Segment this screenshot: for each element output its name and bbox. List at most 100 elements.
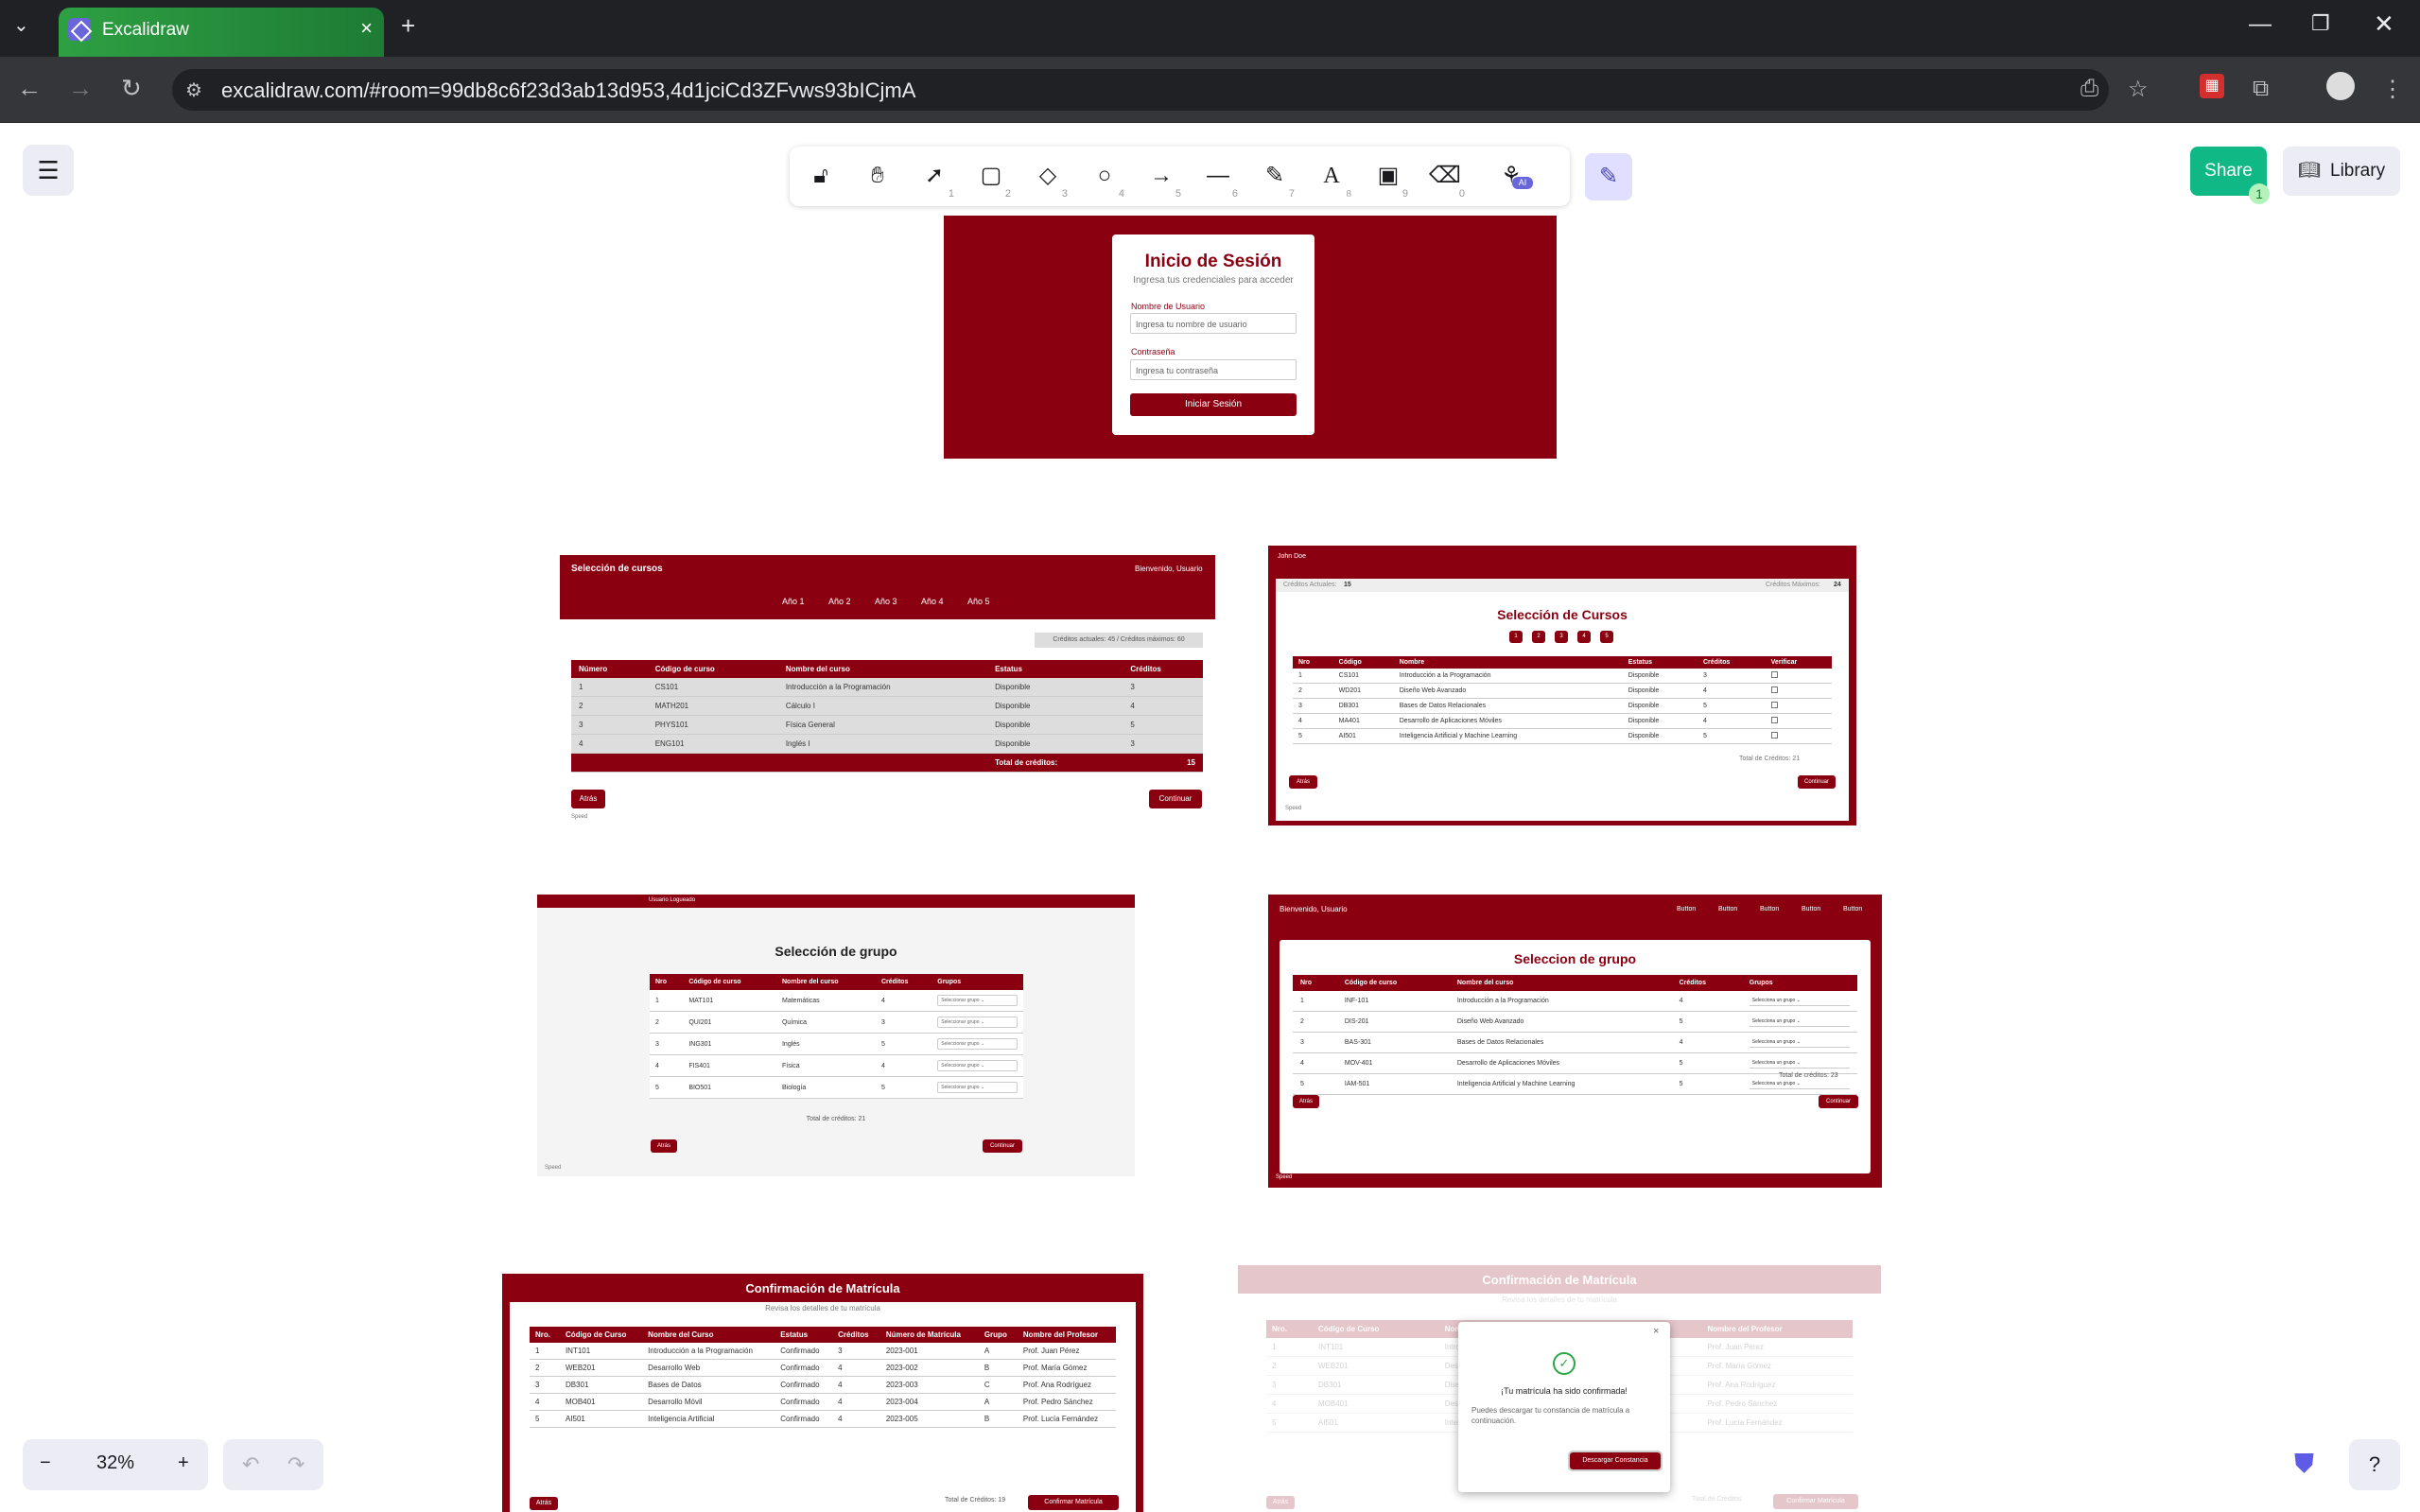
f4-nav-button[interactable]: Button [1718,906,1737,912]
f6-back-button[interactable]: Atrás [1266,1496,1295,1509]
key-hint: 2 [1004,188,1011,200]
zoom-out-button[interactable]: − [40,1452,51,1474]
f5-table-cell: Prof. Ana Rodríguez [1017,1376,1116,1394]
browser-tab[interactable]: Excalidraw × [59,8,384,57]
f3-next-button[interactable]: Continuar [983,1139,1022,1153]
group-select[interactable]: Seleccionar grupo ⌄ [937,995,1018,1006]
f5-back-button[interactable]: Atrás [530,1497,558,1510]
f2-page-button[interactable]: 3 [1555,631,1568,643]
group-select[interactable]: Selecciona un grupo ⌄ [1749,1037,1850,1048]
magic-frame-icon[interactable]: ✎ [1585,153,1632,200]
group-select[interactable]: Selecciona un grupo ⌄ [1749,1079,1850,1089]
group-select[interactable]: Seleccionar grupo ⌄ [937,1017,1018,1028]
group-select[interactable]: Selecciona un grupo ⌄ [1749,1017,1850,1027]
frame-group-selection-2[interactable]: Bienvenido, Usuario Button Button Button Bu… [1268,895,1882,1188]
forward-icon[interactable]: → [68,74,93,103]
f1-table-cell: 5 [1123,715,1203,735]
lock-tool-icon[interactable]: 🔓︎ [799,154,843,198]
frame-course-selection-1[interactable]: Selección de cursos Bienvenido, Usuario … [560,555,1215,824]
f2-page-button[interactable]: 2 [1532,631,1545,643]
zoom-level[interactable]: 32% [96,1452,134,1474]
group-select[interactable]: Selecciona un grupo ⌄ [1749,1058,1850,1069]
group-select[interactable]: Seleccionar grupo ⌄ [937,1060,1018,1071]
reload-icon[interactable]: ↻ [121,74,142,103]
tab-year-4[interactable]: Año 4 [921,597,944,606]
library-button[interactable]: 📖︎ Library [2283,147,2400,196]
arrow-tool-icon[interactable]: → 5 [1140,154,1183,200]
more-shapes-icon[interactable]: ⚘ AI [1489,154,1533,198]
download-certificate-button[interactable]: Descargar Constancia [1568,1451,1663,1471]
group-select[interactable]: Selecciona un grupo ⌄ [1749,996,1850,1006]
bookmark-star-icon[interactable]: ☆ [2128,76,2149,103]
browser-menu-icon[interactable]: ⋮ [2381,76,2404,103]
f5-confirm-button[interactable]: Confirmar Matrícula [1028,1495,1119,1510]
new-tab-icon[interactable]: + [401,11,415,41]
modal-close-icon[interactable]: × [1653,1326,1659,1337]
f1-back-button[interactable]: Atrás [571,790,605,808]
f2-page-button[interactable]: 1 [1509,631,1523,643]
extension-red-icon[interactable]: ▦ [2200,74,2224,98]
f2-back-button[interactable]: Atrás [1289,775,1317,789]
line-tool-icon[interactable]: —6 [1196,154,1240,200]
frame-login[interactable]: Inicio de Sesión Ingresa tus credenciale… [944,216,1557,459]
f4-next-button[interactable]: Continuar [1819,1095,1858,1108]
f2-next-button[interactable]: Continuar [1798,775,1836,789]
f3-back-button[interactable]: Atrás [651,1139,677,1153]
f4-back-button[interactable]: Atrás [1293,1095,1319,1108]
text-tool-icon[interactable]: A8 [1310,154,1353,200]
frame-enrollment-confirmation[interactable]: Confirmación de Matrícula Revisa los det… [502,1274,1143,1512]
tab-year-1[interactable]: Año 1 [782,597,805,606]
f4-nav-button[interactable]: Button [1802,906,1820,912]
f6-confirm-button[interactable]: Confirmar Matrícula [1773,1494,1858,1509]
install-app-icon[interactable]: ⎙ [2081,76,2098,102]
password-input[interactable]: Ingresa tu contraseña [1130,359,1297,380]
modal-title: ¡Tu matrícula ha sido confirmada! [1501,1386,1628,1396]
frame-course-selection-2[interactable]: John Doe Créditos Actuales: 15 Créditos … [1268,546,1856,826]
tab-year-2[interactable]: Año 2 [828,597,851,606]
f2-page-button[interactable]: 4 [1577,631,1591,643]
help-icon[interactable]: ? [2349,1439,2400,1490]
f2-page-button[interactable]: 5 [1600,631,1613,643]
restore-icon[interactable]: ❐ [2311,11,2330,36]
site-info-icon[interactable]: ⚙ [185,78,202,102]
undo-icon[interactable]: ↶ [242,1452,259,1477]
pencil-tool-icon[interactable]: ✎ 7 [1253,154,1297,200]
f4-nav-button[interactable]: Button [1843,906,1862,912]
group-select[interactable]: Seleccionar grupo ⌄ [937,1082,1018,1093]
encryption-shield-icon[interactable]: ⛊ [2294,1449,2314,1480]
tab-year-3[interactable]: Año 3 [875,597,897,606]
close-tab-icon[interactable]: × [360,16,373,41]
verify-checkbox[interactable] [1770,717,1778,723]
verify-checkbox[interactable] [1770,686,1778,693]
zoom-in-button[interactable]: + [178,1452,189,1474]
rectangle-tool-icon[interactable]: ▢ 2 [969,154,1013,200]
f4-nav-button[interactable]: Button [1677,906,1696,912]
ellipse-tool-icon[interactable]: ○ 4 [1083,154,1126,200]
address-bar[interactable]: ⚙ excalidraw.com/#room=99db8c6f23d3ab13d… [172,69,2109,111]
redo-icon[interactable]: ↷ [287,1452,305,1477]
eraser-tool-icon[interactable]: ⌫ 0 [1423,154,1467,200]
tab-search-icon[interactable]: ⌄ [13,13,29,37]
login-button[interactable]: Iniciar Sesión [1130,393,1297,416]
minimize-icon[interactable]: — [2249,11,2272,38]
frame-group-selection-1[interactable]: Usuario Logueado Selección de grupo Nro C… [537,895,1135,1176]
f4-table-cell: Desarrollo de Aplicaciones Móviles [1449,1052,1672,1074]
group-select[interactable]: Seleccionar grupo ⌄ [937,1038,1018,1050]
hand-tool-icon[interactable]: ✋︎ [856,154,899,198]
diamond-tool-icon[interactable]: ◇ 3 [1026,154,1070,200]
image-tool-icon[interactable]: ▣ 9 [1367,154,1410,200]
f4-nav-button[interactable]: Button [1760,906,1779,912]
back-icon[interactable]: ← [17,74,42,103]
main-menu-button[interactable]: ☰ [23,145,74,196]
verify-checkbox[interactable] [1770,702,1778,708]
extensions-puzzle-icon[interactable]: ⧉ [2253,76,2269,102]
verify-checkbox[interactable] [1770,671,1778,678]
selection-tool-icon[interactable]: ➚ 1 [913,154,956,200]
f1-next-button[interactable]: Continuar [1149,790,1202,808]
profile-avatar-icon[interactable] [2326,72,2355,100]
frame-enrollment-modal[interactable]: Confirmación de Matrícula Revisa los det… [1238,1265,1881,1512]
close-window-icon[interactable]: ✕ [2374,9,2394,39]
verify-checkbox[interactable] [1770,732,1778,739]
tab-year-5[interactable]: Año 5 [967,597,990,606]
username-input[interactable]: Ingresa tu nombre de usuario [1130,313,1297,334]
